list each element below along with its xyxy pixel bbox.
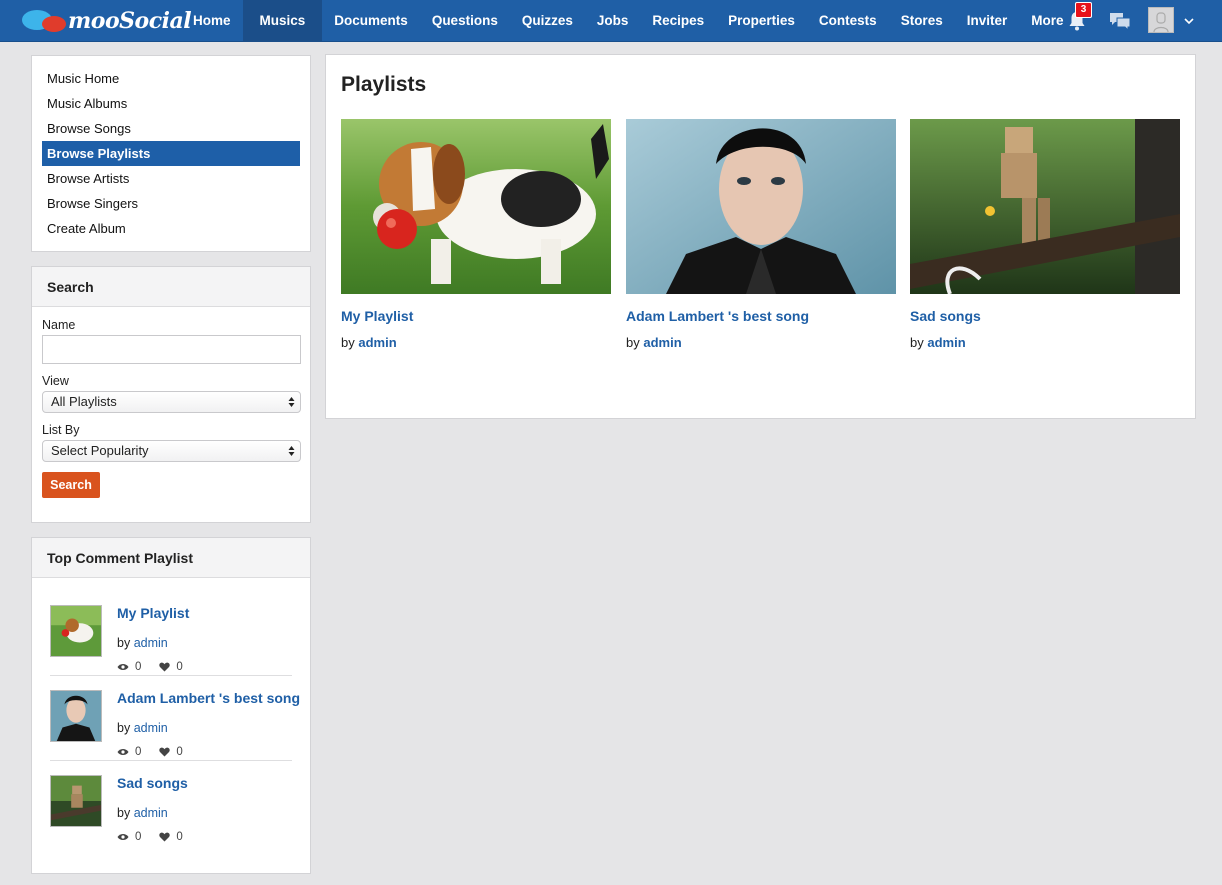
page-title: Playlists xyxy=(341,73,427,96)
playlist-cover-image[interactable] xyxy=(626,119,896,294)
search-panel: Search Name View All Playlists List By S… xyxy=(31,266,311,523)
heart-icon xyxy=(159,747,171,757)
playlist-card: Adam Lambert 's best song by admin xyxy=(626,119,896,350)
nav-quizzes[interactable]: Quizzes xyxy=(510,0,585,42)
nav-inviter[interactable]: Inviter xyxy=(955,0,1020,42)
author-link[interactable]: admin xyxy=(134,636,168,650)
top-item-stats: 0 0 xyxy=(117,661,183,673)
name-input[interactable] xyxy=(42,335,301,364)
eye-icon xyxy=(117,664,129,670)
main-nav: Home Musics Documents Questions Quizzes … xyxy=(181,0,1076,42)
author-link[interactable]: admin xyxy=(927,335,965,350)
card-title[interactable]: Sad songs xyxy=(910,308,1180,324)
top-comment-playlist-panel: Top Comment Playlist My Playlist by admi… xyxy=(31,537,311,874)
card-author: by admin xyxy=(626,335,682,350)
nav-home[interactable]: Home xyxy=(181,0,243,42)
list-item: Adam Lambert 's best song by admin 0 0 xyxy=(50,676,300,761)
author-link[interactable]: admin xyxy=(134,806,168,820)
playlist-thumbnail[interactable] xyxy=(50,605,102,657)
heart-icon xyxy=(159,662,171,672)
playlist-card: Sad songs by admin xyxy=(910,119,1180,350)
listby-label: List By xyxy=(42,423,80,437)
nav-questions[interactable]: Questions xyxy=(420,0,510,42)
playlists-panel: Playlists My Playlist by admin Adam Lamb… xyxy=(325,54,1196,419)
user-avatar[interactable] xyxy=(1148,7,1174,33)
menu-browse-artists[interactable]: Browse Artists xyxy=(42,166,300,191)
top-item-title[interactable]: Adam Lambert 's best song xyxy=(117,690,300,706)
list-item: Sad songs by admin 0 0 xyxy=(50,761,292,846)
nav-properties[interactable]: Properties xyxy=(716,0,807,42)
card-title[interactable]: My Playlist xyxy=(341,308,611,324)
top-navbar: mooSocial Home Musics Documents Question… xyxy=(0,0,1222,42)
top-comment-title: Top Comment Playlist xyxy=(32,538,310,578)
top-item-author: by admin xyxy=(117,806,168,820)
select-arrows-icon xyxy=(288,397,295,407)
view-count: 0 xyxy=(135,746,142,758)
search-panel-title: Search xyxy=(32,267,310,307)
top-item-stats: 0 0 xyxy=(117,746,183,758)
nav-recipes[interactable]: Recipes xyxy=(640,0,716,42)
list-item: My Playlist by admin 0 0 xyxy=(50,591,292,676)
menu-music-albums[interactable]: Music Albums xyxy=(42,91,300,116)
chevron-down-icon[interactable] xyxy=(1183,15,1195,27)
playlist-cover-image[interactable] xyxy=(341,119,611,294)
user-silhouette-icon xyxy=(1153,12,1169,33)
nav-jobs[interactable]: Jobs xyxy=(585,0,641,42)
heart-icon xyxy=(159,832,171,842)
view-select-value: All Playlists xyxy=(51,394,117,409)
top-item-author: by admin xyxy=(117,721,168,735)
view-label: View xyxy=(42,374,69,388)
author-link[interactable]: admin xyxy=(643,335,681,350)
author-link[interactable]: admin xyxy=(134,721,168,735)
name-label: Name xyxy=(42,318,76,332)
messages-icon[interactable] xyxy=(1109,12,1131,32)
menu-browse-singers[interactable]: Browse Singers xyxy=(42,191,300,216)
menu-music-home[interactable]: Music Home xyxy=(42,66,300,91)
playlist-cover-image[interactable] xyxy=(910,119,1180,295)
card-author: by admin xyxy=(910,335,966,350)
like-count: 0 xyxy=(176,661,183,673)
listby-select[interactable]: Select Popularity xyxy=(42,440,301,462)
menu-browse-songs[interactable]: Browse Songs xyxy=(42,116,300,141)
top-item-stats: 0 0 xyxy=(117,831,183,843)
view-count: 0 xyxy=(135,831,142,843)
nav-contests[interactable]: Contests xyxy=(807,0,889,42)
nav-musics[interactable]: Musics xyxy=(242,0,323,42)
eye-icon xyxy=(117,834,129,840)
card-title[interactable]: Adam Lambert 's best song xyxy=(626,308,896,324)
nav-documents[interactable]: Documents xyxy=(322,0,420,42)
view-count: 0 xyxy=(135,661,142,673)
top-item-author: by admin xyxy=(117,636,168,650)
like-count: 0 xyxy=(176,831,183,843)
nav-stores[interactable]: Stores xyxy=(889,0,955,42)
search-button[interactable]: Search xyxy=(42,472,100,498)
select-arrows-icon xyxy=(288,446,295,456)
menu-create-album[interactable]: Create Album xyxy=(42,216,300,241)
notification-badge[interactable]: 3 xyxy=(1075,2,1092,18)
like-count: 0 xyxy=(176,746,183,758)
playlist-thumbnail[interactable] xyxy=(50,690,102,742)
music-menu: Music Home Music Albums Browse Songs Bro… xyxy=(31,55,311,252)
top-item-title[interactable]: My Playlist xyxy=(117,605,189,621)
playlist-card: My Playlist by admin xyxy=(341,119,611,350)
card-author: by admin xyxy=(341,335,397,350)
moosocial-logo[interactable]: mooSocial xyxy=(22,6,192,36)
listby-select-value: Select Popularity xyxy=(51,443,149,458)
eye-icon xyxy=(117,749,129,755)
view-select[interactable]: All Playlists xyxy=(42,391,301,413)
playlist-thumbnail[interactable] xyxy=(50,775,102,827)
top-item-title[interactable]: Sad songs xyxy=(117,775,188,791)
author-link[interactable]: admin xyxy=(358,335,396,350)
chat-bubbles-logo-icon xyxy=(22,7,66,35)
logo-text: mooSocial xyxy=(68,8,192,34)
menu-browse-playlists[interactable]: Browse Playlists xyxy=(42,141,300,166)
